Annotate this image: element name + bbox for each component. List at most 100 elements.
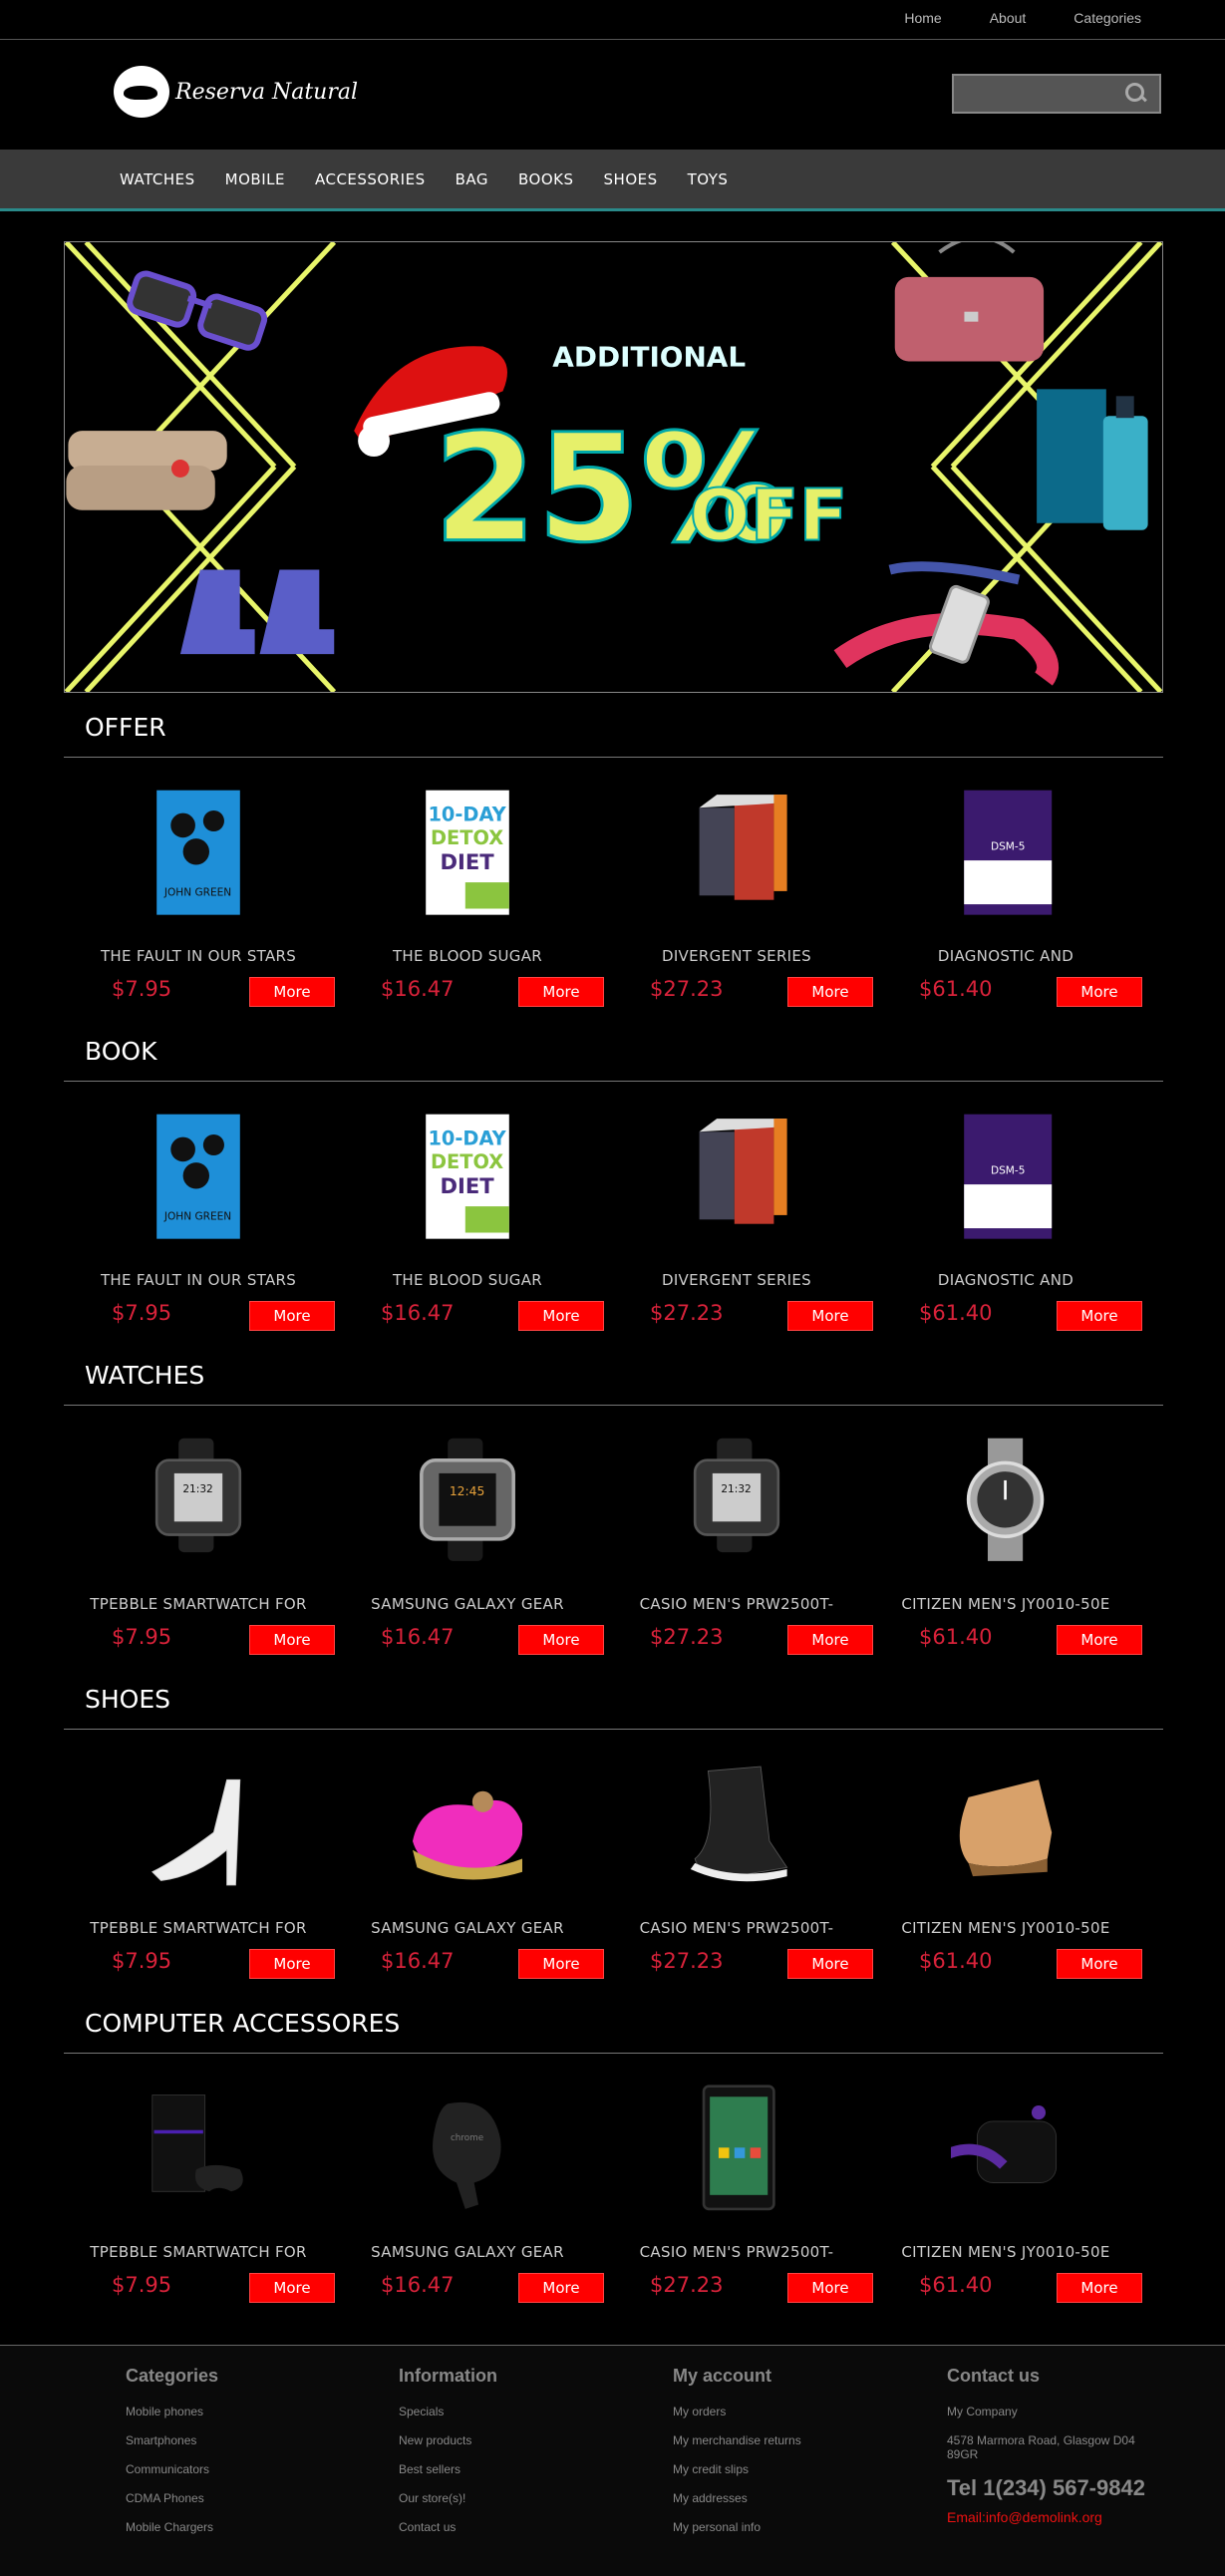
product-card[interactable]: TPEBBLE SMARTWATCH FOR $7.95 More xyxy=(64,2078,335,2317)
more-button[interactable]: More xyxy=(787,2273,873,2303)
product-image[interactable] xyxy=(951,1754,1061,1898)
product-name[interactable]: TPEBBLE SMARTWATCH FOR xyxy=(64,1919,333,1937)
product-card[interactable]: CASIO MEN'S PRW2500T- $27.23 More xyxy=(602,1754,873,1993)
product-card[interactable]: 10-DAY DETOX DIET THE BLOOD SUGAR $16.47 More xyxy=(333,782,604,1021)
product-name[interactable]: TPEBBLE SMARTWATCH FOR xyxy=(64,2243,333,2261)
more-button[interactable]: More xyxy=(787,1949,873,1979)
more-button[interactable]: More xyxy=(518,1301,604,1331)
product-card[interactable]: JOHN GREEN THE FAULT IN OUR STARS $7.95 Mor… xyxy=(64,782,335,1021)
more-button[interactable]: More xyxy=(249,1949,335,1979)
product-image[interactable]: chrome xyxy=(413,2078,522,2222)
product-name[interactable]: THE BLOOD SUGAR xyxy=(333,1271,602,1289)
contact-email[interactable]: Email:info@demolink.org xyxy=(947,2509,1166,2525)
product-card[interactable]: CITIZEN MEN'S JY0010-50E $61.40 More xyxy=(871,1754,1142,1993)
footer-link[interactable]: Best sellers xyxy=(399,2462,648,2491)
more-button[interactable]: More xyxy=(1057,2273,1142,2303)
more-button[interactable]: More xyxy=(249,977,335,1007)
product-name[interactable]: SAMSUNG GALAXY GEAR xyxy=(333,1919,602,1937)
product-name[interactable]: CASIO MEN'S PRW2500T- xyxy=(602,1919,871,1937)
more-button[interactable]: More xyxy=(787,1625,873,1655)
product-image[interactable] xyxy=(951,1430,1061,1574)
product-card[interactable]: JOHN GREEN THE FAULT IN OUR STARS $7.95 Mor… xyxy=(64,1106,335,1345)
more-button[interactable]: More xyxy=(249,2273,335,2303)
product-image[interactable] xyxy=(682,782,791,926)
more-button[interactable]: More xyxy=(518,1949,604,1979)
footer-link[interactable]: Communicators xyxy=(126,2462,375,2491)
product-image[interactable]: 10-DAY DETOX DIET xyxy=(413,1106,522,1250)
promo-banner[interactable]: ADDITIONAL 25% OFF xyxy=(64,241,1163,693)
product-name[interactable]: CASIO MEN'S PRW2500T- xyxy=(602,1595,871,1613)
footer-link[interactable]: Specials xyxy=(399,2405,648,2433)
more-button[interactable]: More xyxy=(1057,1949,1142,1979)
product-image[interactable] xyxy=(144,2078,253,2222)
more-button[interactable]: More xyxy=(1057,1625,1142,1655)
more-button[interactable]: More xyxy=(518,977,604,1007)
more-button[interactable]: More xyxy=(787,1301,873,1331)
footer-link[interactable]: CDMA Phones xyxy=(126,2491,375,2520)
category-nav-toys[interactable]: TOYS xyxy=(688,170,729,188)
footer-link[interactable]: Smartphones xyxy=(126,2433,375,2462)
product-name[interactable]: THE BLOOD SUGAR xyxy=(333,947,602,965)
top-nav-home[interactable]: Home xyxy=(904,10,941,26)
product-name[interactable]: DIAGNOSTIC AND xyxy=(871,947,1140,965)
more-button[interactable]: More xyxy=(787,977,873,1007)
product-card[interactable]: DSM-5 DIAGNOSTIC AND $61.40 More xyxy=(871,782,1142,1021)
product-image[interactable]: 21:32 xyxy=(682,1430,791,1574)
category-nav-books[interactable]: BOOKS xyxy=(518,170,574,188)
category-nav-accessories[interactable]: ACCESSORIES xyxy=(315,170,426,188)
product-name[interactable]: CITIZEN MEN'S JY0010-50E xyxy=(871,1919,1140,1937)
footer-link[interactable]: New products xyxy=(399,2433,648,2462)
product-card[interactable]: CITIZEN MEN'S JY0010-50E $61.40 More xyxy=(871,1430,1142,1669)
brand-logo[interactable]: Reserva Natural xyxy=(114,66,358,118)
product-name[interactable]: DIVERGENT SERIES xyxy=(602,947,871,965)
footer-link[interactable]: Our store(s)! xyxy=(399,2491,648,2520)
product-image[interactable]: 21:32 xyxy=(144,1430,253,1574)
product-image[interactable]: 12:45 xyxy=(413,1430,522,1574)
product-card[interactable]: 10-DAY DETOX DIET THE BLOOD SUGAR $16.47 More xyxy=(333,1106,604,1345)
product-image[interactable] xyxy=(939,2078,1061,2222)
product-card[interactable]: TPEBBLE SMARTWATCH FOR $7.95 More xyxy=(64,1754,335,1993)
product-card[interactable]: SAMSUNG GALAXY GEAR $16.47 More xyxy=(333,1754,604,1993)
product-image[interactable] xyxy=(682,1754,791,1898)
product-image[interactable] xyxy=(682,1106,791,1250)
more-button[interactable]: More xyxy=(518,2273,604,2303)
product-name[interactable]: CITIZEN MEN'S JY0010-50E xyxy=(871,2243,1140,2261)
product-card[interactable]: CASIO MEN'S PRW2500T- $27.23 More xyxy=(602,2078,873,2317)
product-name[interactable]: SAMSUNG GALAXY GEAR xyxy=(333,2243,602,2261)
more-button[interactable]: More xyxy=(1057,977,1142,1007)
product-card[interactable]: chrome SAMSUNG GALAXY GEAR $16.47 More xyxy=(333,2078,604,2317)
product-card[interactable]: CITIZEN MEN'S JY0010-50E $61.40 More xyxy=(871,2078,1142,2317)
product-name[interactable]: CITIZEN MEN'S JY0010-50E xyxy=(871,1595,1140,1613)
footer-link[interactable]: My credit slips xyxy=(673,2462,922,2491)
search-icon[interactable] xyxy=(1125,83,1147,105)
search-input[interactable] xyxy=(960,82,1109,106)
product-card[interactable]: 12:45 SAMSUNG GALAXY GEAR $16.47 More xyxy=(333,1430,604,1669)
product-image[interactable]: DSM-5 xyxy=(951,1106,1061,1250)
footer-link[interactable]: My orders xyxy=(673,2405,922,2433)
product-image[interactable]: DSM-5 xyxy=(951,782,1061,926)
product-name[interactable]: THE FAULT IN OUR STARS xyxy=(64,1271,333,1289)
product-name[interactable]: TPEBBLE SMARTWATCH FOR xyxy=(64,1595,333,1613)
footer-link[interactable]: My personal info xyxy=(673,2520,922,2549)
category-nav-bag[interactable]: BAG xyxy=(456,170,488,188)
footer-link[interactable]: Mobile phones xyxy=(126,2405,375,2433)
top-nav-about[interactable]: About xyxy=(990,10,1027,26)
product-image[interactable] xyxy=(682,2078,791,2222)
product-name[interactable]: SAMSUNG GALAXY GEAR xyxy=(333,1595,602,1613)
more-button[interactable]: More xyxy=(1057,1301,1142,1331)
product-card[interactable]: DIVERGENT SERIES $27.23 More xyxy=(602,1106,873,1345)
product-image[interactable] xyxy=(144,1754,253,1898)
product-image[interactable] xyxy=(413,1754,523,1898)
product-image[interactable]: JOHN GREEN xyxy=(144,782,253,926)
product-image[interactable]: JOHN GREEN xyxy=(144,1106,253,1250)
product-name[interactable]: THE FAULT IN OUR STARS xyxy=(64,947,333,965)
more-button[interactable]: More xyxy=(249,1301,335,1331)
more-button[interactable]: More xyxy=(249,1625,335,1655)
footer-link[interactable]: Mobile Chargers xyxy=(126,2520,375,2549)
footer-link[interactable]: My addresses xyxy=(673,2491,922,2520)
product-card[interactable]: DSM-5 DIAGNOSTIC AND $61.40 More xyxy=(871,1106,1142,1345)
more-button[interactable]: More xyxy=(518,1625,604,1655)
footer-link[interactable]: Contact us xyxy=(399,2520,648,2549)
product-name[interactable]: DIVERGENT SERIES xyxy=(602,1271,871,1289)
footer-link[interactable]: My merchandise returns xyxy=(673,2433,922,2462)
